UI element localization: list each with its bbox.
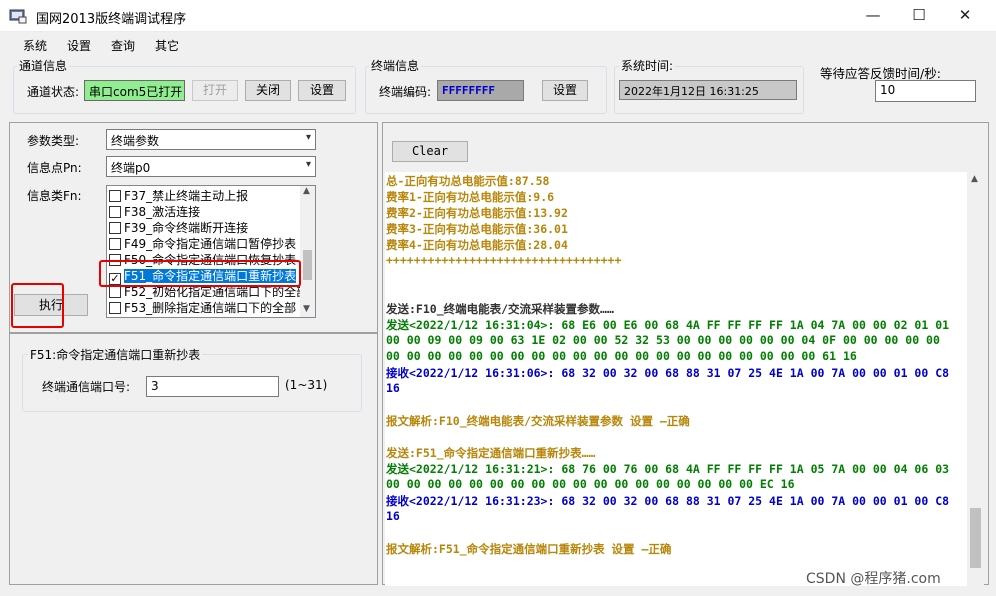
terminal-code-field[interactable]: FFFFFFFF [437,80,524,101]
scroll-up-icon[interactable]: ▲ [971,174,978,184]
f51-group-label: F51:命令指定通信端口重新抄表 [28,346,203,363]
log-line: 报文解析:F51_命令指定通信端口重新抄表 设置 —正确 [386,542,672,556]
minimize-button[interactable]: — [850,0,896,32]
response-wait-input[interactable]: 10 [875,80,976,102]
scroll-up-icon[interactable]: ▲ [303,186,310,196]
terminal-info-label: 终端信息 [369,57,422,74]
checkbox[interactable] [109,222,121,234]
chevron-down-icon: ▾ [305,132,311,143]
fn-item[interactable]: F38_激活连接 [109,203,299,219]
log-line: 发送<2022/1/12 16:31:21>: 68 76 00 76 00 6… [386,462,950,476]
terminal-settings-button[interactable]: 设置 [542,80,588,101]
param-type-value: 终端参数 [111,134,160,148]
checkbox[interactable] [109,190,121,202]
log-line: 发送:F51_命令指定通信端口重新抄表…… [386,446,596,460]
log-line: 16 [386,509,400,523]
log-line: 接收<2022/1/12 16:31:06>: 68 32 00 32 00 6… [386,366,950,380]
scroll-down-icon[interactable]: ▼ [303,304,310,314]
channel-status-field: 串口com5已打开! [84,80,185,101]
log-line: 接收<2022/1/12 16:31:23>: 68 32 00 32 00 6… [386,494,950,508]
menu-other[interactable]: 其它 [155,37,179,54]
log-line: 总-正向有功总电能示值:87.58 [386,174,550,188]
title-bar: 国网2013版终端调试程序 — ☐ ✕ [0,0,996,32]
log-scrollbar[interactable]: ▲ [967,172,984,586]
maximize-button[interactable]: ☐ [896,0,942,32]
window-title: 国网2013版终端调试程序 [36,12,187,27]
pn-label: 信息点Pn: [27,161,82,175]
fn-list-scrollbar[interactable]: ▲ ▼ [300,186,315,317]
fn-label: 信息类Fn: [27,189,82,203]
open-button[interactable]: 打开 [192,80,238,101]
log-line: 00 00 00 00 00 00 00 00 00 00 00 00 00 0… [386,349,857,363]
log-line: 16 [386,381,400,395]
highlight-execute [11,283,64,328]
fn-checklist[interactable]: F37_禁止终端主动上报 F38_激活连接 F39_命令终端断开连接 F49_命… [106,185,316,318]
checkbox[interactable] [109,286,121,298]
menu-bar: 系统 设置 查询 其它 [0,33,996,55]
pn-select[interactable]: 终端p0 ▾ [106,156,316,177]
log-line: 00 00 09 00 09 00 63 1E 02 00 00 52 32 5… [386,333,940,347]
log-line: 00 00 00 00 00 00 00 00 00 00 00 00 00 0… [386,477,795,491]
checkbox[interactable] [109,206,121,218]
menu-query[interactable]: 查询 [111,37,135,54]
param-type-label: 参数类型: [27,134,80,148]
log-line: 发送:F10_终端电能表/交流采样装置参数…… [386,302,614,316]
clear-button[interactable]: Clear [392,141,468,162]
channel-info-label: 通道信息 [17,57,70,74]
log-line: 费率2-正向有功总电能示值:13.92 [386,206,568,220]
menu-settings[interactable]: 设置 [67,37,91,54]
pn-value: 终端p0 [111,161,151,175]
log-output[interactable]: 总-正向有功总电能示值:87.58 费率1-正向有功总电能示值:9.6 费率2-正向… [385,172,967,586]
channel-settings-button[interactable]: 设置 [298,80,346,101]
port-label: 终端通信端口号: [42,380,131,394]
fn-item[interactable]: F49_命令指定通信端口暂停抄表 [109,235,299,251]
fn-item[interactable]: F39_命令终端断开连接 [109,219,299,235]
checkbox[interactable] [109,302,121,314]
scroll-thumb[interactable] [303,250,312,280]
system-time-field: 2022年1月12日 16:31:25 [619,80,797,100]
log-line: 发送<2022/1/12 16:31:04>: 68 E6 00 E6 00 6… [386,318,950,332]
close-window-button[interactable]: ✕ [942,0,988,32]
log-line: 报文解析:F10_终端电能表/交流采样装置参数 设置 —正确 [386,414,690,428]
watermark: CSDN @程序猪.com [806,571,941,587]
app-icon [9,9,27,24]
close-channel-button[interactable]: 关闭 [245,80,291,101]
log-scroll-thumb[interactable] [970,508,981,568]
port-input[interactable]: 3 [146,376,279,397]
chevron-down-icon: ▾ [305,159,311,170]
log-line: 费率4-正向有功总电能示值:28.04 [386,238,568,252]
log-line: ++++++++++++++++++++++++++++++++++ [386,253,622,267]
log-line: 费率1-正向有功总电能示值:9.6 [386,190,555,204]
log-line: 费率3-正向有功总电能示值:36.01 [386,222,568,236]
menu-system[interactable]: 系统 [23,37,47,54]
fn-item[interactable]: F37_禁止终端主动上报 [109,187,299,203]
channel-status-label: 通道状态: [27,85,80,99]
param-type-select[interactable]: 终端参数 ▾ [106,129,316,150]
highlight-selected-fn [99,260,301,287]
system-time-label: 系统时间: [619,57,676,74]
checkbox[interactable] [109,238,121,250]
fn-item[interactable]: F53_删除指定通信端口下的全部 [109,299,299,315]
port-range-label: (1~31) [285,378,328,392]
terminal-code-label: 终端编码: [379,85,432,99]
